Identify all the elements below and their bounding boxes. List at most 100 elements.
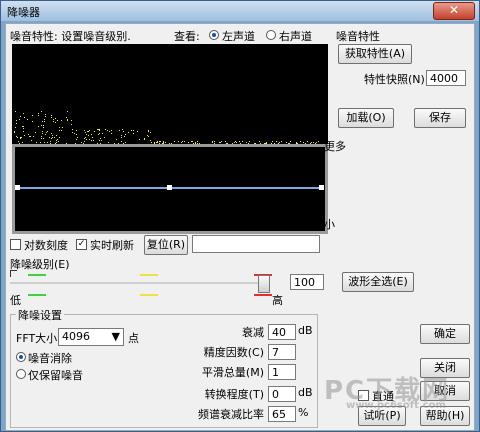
spectrum-dot [86,134,87,135]
curve-plot [15,185,324,190]
curve-handle-mid[interactable] [167,185,172,190]
curve-handle-left[interactable] [15,185,20,190]
spectrum-dot [165,142,166,143]
spectrum-dot [192,141,193,142]
spectrum-dot [99,130,100,131]
curve-handle-right[interactable] [319,185,324,190]
spectrum-dot [38,113,39,114]
spectrum-dot [123,131,124,132]
spectrum-dot [181,142,182,143]
field-input[interactable]: 65 [268,406,296,422]
spectrum-dot [150,140,151,141]
spectrum-dot [67,120,68,121]
spectrum-dot [236,142,237,143]
field-input[interactable]: 1 [268,364,296,380]
right-channel-radio[interactable] [266,30,276,40]
spectrum-dot [16,120,17,121]
spectrum-dot [52,135,53,136]
spectrum-dot [38,126,39,127]
remove-noise-label: 噪音消除 [28,352,72,365]
spectrum-dot [56,142,57,143]
spectrum-dot [220,142,221,143]
field-input[interactable]: 0 [268,386,296,402]
spectrum-dot [77,137,78,138]
slider-thumb[interactable] [258,275,270,293]
spectrum-dot [290,141,291,142]
spectrum-dot [51,115,52,116]
level-high-label: 高 [272,294,283,307]
spectrum-dot [23,126,24,127]
load-profile-button[interactable]: 加载(O) [338,108,394,128]
slider-mark-green [28,274,46,276]
spectrum-dot [45,114,46,115]
spectrum-dot [313,142,314,143]
spectrum-dot [85,132,86,133]
select-all-waveform-button[interactable]: 波形全选(E) [342,272,414,292]
spectrum-dot [119,130,120,131]
spectrum-dot [160,141,161,142]
spectrum-dot [17,137,18,138]
right-channel-label: 右声道 [279,30,312,43]
remove-noise-radio[interactable] [16,352,26,362]
keep-noise-radio[interactable] [16,369,26,379]
spectrum-dot [51,133,52,134]
spectrum-dot [133,133,134,134]
spectrum-dot [121,135,122,136]
spectrum-dot [50,141,51,142]
fft-select[interactable]: 4096 ▼ [58,328,124,346]
level-input[interactable]: 100 [290,274,324,290]
close-window-button[interactable]: ✕ [433,2,475,20]
spectrum-dot [157,142,158,143]
spectrum-dot [84,138,85,139]
spectrum-dot [121,141,122,142]
field-input[interactable]: 40 [268,324,296,340]
log-scale-checkbox[interactable] [10,239,21,250]
ok-button[interactable]: 确定 [420,324,470,344]
spectrum-dot [18,141,19,142]
field-unit: dB [298,324,313,337]
spectrum-dot [23,131,24,132]
reduction-curve-editor[interactable] [12,144,328,234]
spectrum-dot [43,138,44,139]
save-profile-button[interactable]: 保存 [414,108,466,128]
spectrum-dot [99,140,100,141]
field-label: 频谱衰减比率 [198,408,264,421]
spectrum-dot [89,130,90,131]
spectrum-dot [59,137,60,138]
fft-unit: 点 [128,332,139,345]
spectrum-dot [91,140,92,141]
field-input[interactable]: 7 [268,344,296,360]
noise-prompt: 噪音特性: 设置噪音级别. [10,30,131,43]
spectrum-dot [107,130,108,131]
spectrum-dot [14,132,15,133]
spectrum-dot [85,137,86,138]
spectrum-dot [99,133,100,134]
level-slider[interactable] [10,270,280,300]
field-unit: % [298,406,309,419]
spectrum-dot [191,141,192,142]
spectrum-dot [111,133,112,134]
spectrum-dot [197,141,198,142]
spectrum-dot [281,141,282,142]
spectrum-dot [100,138,101,139]
spectrum-dot [24,135,25,136]
spectrum-dot [56,140,57,141]
spectrum-dot [86,139,87,140]
spectrum-dot [144,139,145,140]
left-channel-radio[interactable] [209,30,219,40]
view-label: 查看: [174,30,200,43]
spectrum-dot [46,132,47,133]
snapshot-input[interactable]: 4000 [426,70,466,86]
spectrum-dot [33,136,34,137]
spectrum-dot [47,131,48,132]
spectrum-dot [235,141,236,142]
spectrum-dot [212,142,213,143]
spectrum-dot [22,142,23,143]
spectrum-dot [195,142,196,143]
get-profile-button[interactable]: 获取特性(A) [338,44,412,64]
realtime-checkbox[interactable]: ✓ [76,239,87,250]
reset-button[interactable]: 复位(R) [144,235,188,255]
spectrum-dot [44,121,45,122]
watermark-url: www.pc6soft.com [346,400,446,411]
spectrum-dot [296,142,297,143]
